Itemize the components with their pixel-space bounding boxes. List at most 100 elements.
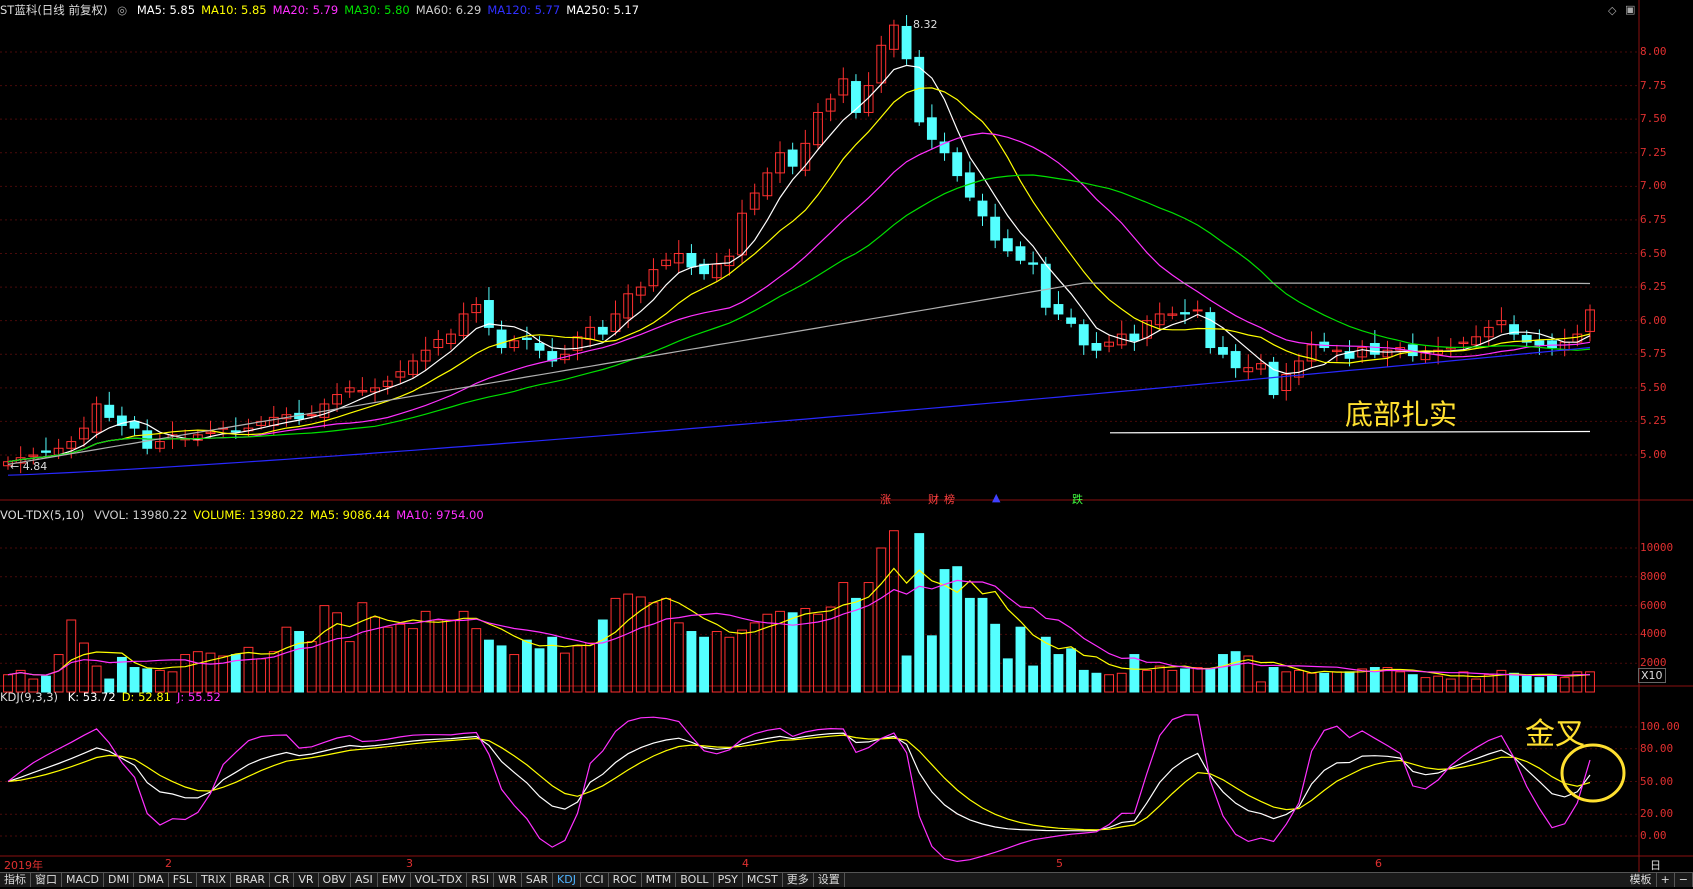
volume-bar [1331, 671, 1342, 693]
ma-legend-item: MA10: 5.85 [201, 3, 267, 17]
volume-bar [838, 582, 849, 693]
indicator-tab[interactable]: MCST [743, 873, 783, 887]
indicator-tab[interactable]: BRAR [231, 873, 271, 887]
volume-bar [597, 619, 608, 693]
template-tab[interactable]: + [1657, 873, 1675, 887]
candle-body [787, 149, 798, 167]
volume-bar [1091, 672, 1102, 693]
volume-bar [496, 645, 507, 693]
axis-tick: 7.50 [1640, 112, 1667, 126]
candle-body [1053, 304, 1064, 315]
indicator-tab[interactable]: DMI [104, 873, 135, 887]
main-panel-header: ST蓝科(日线 前复权) ◎ MA5: 5.85 MA10: 5.85 MA20: … [0, 2, 651, 18]
event-marker[interactable]: 财 [928, 491, 939, 507]
candle-body [41, 450, 51, 453]
volume-bar [977, 597, 988, 693]
indicator-tab[interactable]: TRIX [197, 873, 232, 887]
volume-bar [585, 642, 596, 693]
indicator-tab[interactable]: 更多 [783, 873, 814, 887]
candle-body [1205, 312, 1216, 349]
volume-bar [1028, 665, 1039, 693]
volume-bar [876, 547, 887, 693]
volume-bar [281, 626, 292, 693]
indicator-tab[interactable]: EMV [378, 873, 411, 887]
candle-body [1230, 351, 1241, 369]
candle-body [1218, 347, 1228, 355]
date-label: 2 [165, 857, 172, 870]
indicator-tab[interactable]: RSI [467, 873, 495, 887]
indicator-tab[interactable]: 窗口 [31, 873, 62, 887]
axis-tick: 8.00 [1640, 45, 1667, 58]
price-axis: 8.00 7.75 7.50 7.25 7.00 6.75 6.50 6.25 6.00 5.75… [1640, 0, 1693, 500]
axis-tick: 5.50 [1640, 380, 1667, 394]
volume-bar [306, 641, 317, 693]
candle-body [1002, 238, 1013, 252]
indicator-tab[interactable]: KDJ [553, 873, 581, 887]
indicator-tab[interactable]: OBV [319, 873, 351, 887]
indicator-tab[interactable]: DMA [134, 873, 169, 887]
event-marker[interactable]: 跌 [1072, 491, 1083, 507]
event-marker[interactable]: 榜 [944, 491, 955, 507]
template-tab[interactable]: − [1675, 873, 1693, 887]
volume-bar [420, 610, 431, 693]
candle-body [1091, 343, 1102, 351]
event-marker[interactable]: ▲ [992, 491, 1000, 504]
volume-bar [1015, 626, 1026, 693]
indicator-tab[interactable]: WR [494, 873, 522, 887]
indicator-tab[interactable]: FSL [169, 873, 197, 887]
indicator-tab[interactable]: PSY [714, 873, 743, 887]
volume-bar [623, 593, 634, 693]
volume-bar [1002, 658, 1013, 693]
axis-tick: 6000 [1640, 598, 1667, 612]
indicator-tab[interactable]: ROC [609, 873, 642, 887]
candle-body [1180, 312, 1190, 315]
volume-bar [1319, 672, 1330, 693]
volume-bar [1078, 669, 1089, 693]
ma-legend-item: MA60: 6.29 [415, 3, 482, 17]
candle-body [496, 329, 507, 349]
indicator-tab[interactable]: ASI [351, 873, 378, 887]
axis-tick: 6.00 [1640, 313, 1667, 327]
candle-body [306, 414, 317, 417]
candle-body [851, 81, 861, 113]
volume-ma10-line [7, 579, 1590, 677]
template-tab[interactable]: 模板 [1626, 873, 1657, 887]
volume-bar [711, 631, 722, 693]
volume-ma5-line [7, 567, 1591, 678]
volume-bar [344, 641, 355, 693]
indicator-tab[interactable]: CCI [581, 873, 609, 887]
indicator-tab[interactable]: MTM [642, 873, 677, 887]
indicator-tab[interactable]: VR [294, 873, 319, 887]
volume-bar [1066, 648, 1077, 693]
axis-tick: 5.25 [1640, 414, 1667, 428]
candle-body [1028, 262, 1039, 265]
indicator-tab-bar: 指标 窗口 MACD DMI DMA FSL TRIX BRAR CR VR OBV ASI EMV VO… [0, 872, 1693, 887]
stock-chart[interactable] [0, 0, 1693, 872]
axis-tick: 6.75 [1640, 212, 1667, 226]
dropdown-icon[interactable]: ◎ [117, 3, 127, 17]
indicator-tab[interactable]: BOLL [676, 873, 714, 887]
volume-legend-item: MA5: 9086.44 [309, 508, 391, 522]
volume-bar [521, 639, 532, 693]
indicator-tab[interactable]: MACD [62, 873, 104, 887]
volume-bar [724, 636, 735, 693]
volume-bar [737, 629, 747, 693]
candle-body [1369, 343, 1380, 355]
indicator-tab[interactable]: 设置 [814, 873, 845, 887]
kdj-title: KDJ(9,3,3) [0, 690, 59, 704]
indicator-tab[interactable]: CR [270, 873, 295, 887]
volume-bar [1281, 671, 1292, 693]
diamond-icon[interactable]: ◇ [1608, 4, 1616, 17]
event-marker[interactable]: 涨 [880, 491, 891, 507]
indicator-tab[interactable]: VOL-TDX [411, 873, 468, 887]
volume-unit-label: X10 [1638, 668, 1666, 683]
kdj-legend-item: K: 53.72 [67, 690, 116, 704]
scroll-up-icon[interactable]: ▣ [1625, 3, 1635, 16]
volume-bar [1230, 651, 1241, 693]
candle-body [521, 337, 532, 340]
indicator-tab[interactable]: SAR [522, 873, 554, 887]
indicator-tab[interactable]: 指标 [0, 873, 31, 887]
volume-bar [1243, 655, 1254, 693]
axis-tick: 7.25 [1640, 145, 1667, 159]
axis-tick: 4000 [1640, 627, 1667, 641]
